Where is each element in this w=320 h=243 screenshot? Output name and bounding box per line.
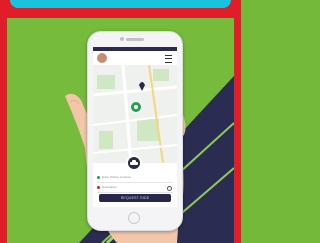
destination-dot-icon bbox=[97, 185, 100, 189]
avatar[interactable] bbox=[97, 53, 107, 63]
phone-screen: Enter Pickup Location Destination REQUES… bbox=[93, 47, 177, 207]
request-ride-button[interactable]: REQUEST RIDE bbox=[99, 194, 171, 202]
promo-stage: Enter Pickup Location Destination REQUES… bbox=[7, 18, 234, 243]
search-icon[interactable] bbox=[167, 186, 172, 191]
pickup-dot-icon bbox=[97, 175, 100, 179]
front-camera bbox=[120, 37, 124, 41]
destination-input[interactable]: Destination bbox=[97, 183, 173, 193]
car-type-button[interactable] bbox=[126, 155, 142, 171]
top-banner bbox=[0, 0, 241, 18]
app-header bbox=[93, 51, 177, 66]
pickup-input[interactable]: Enter Pickup Location bbox=[97, 173, 173, 183]
hamburger-menu-icon[interactable] bbox=[165, 55, 172, 63]
smartphone: Enter Pickup Location Destination REQUES… bbox=[87, 31, 183, 231]
booking-sheet: Enter Pickup Location Destination REQUES… bbox=[93, 155, 177, 207]
top-accent-bar bbox=[10, 0, 231, 8]
home-button bbox=[128, 212, 140, 224]
speaker-grille bbox=[126, 38, 144, 41]
left-frame bbox=[0, 18, 7, 243]
car-icon bbox=[130, 160, 138, 165]
map-view[interactable] bbox=[93, 65, 177, 163]
right-frame bbox=[234, 18, 241, 243]
